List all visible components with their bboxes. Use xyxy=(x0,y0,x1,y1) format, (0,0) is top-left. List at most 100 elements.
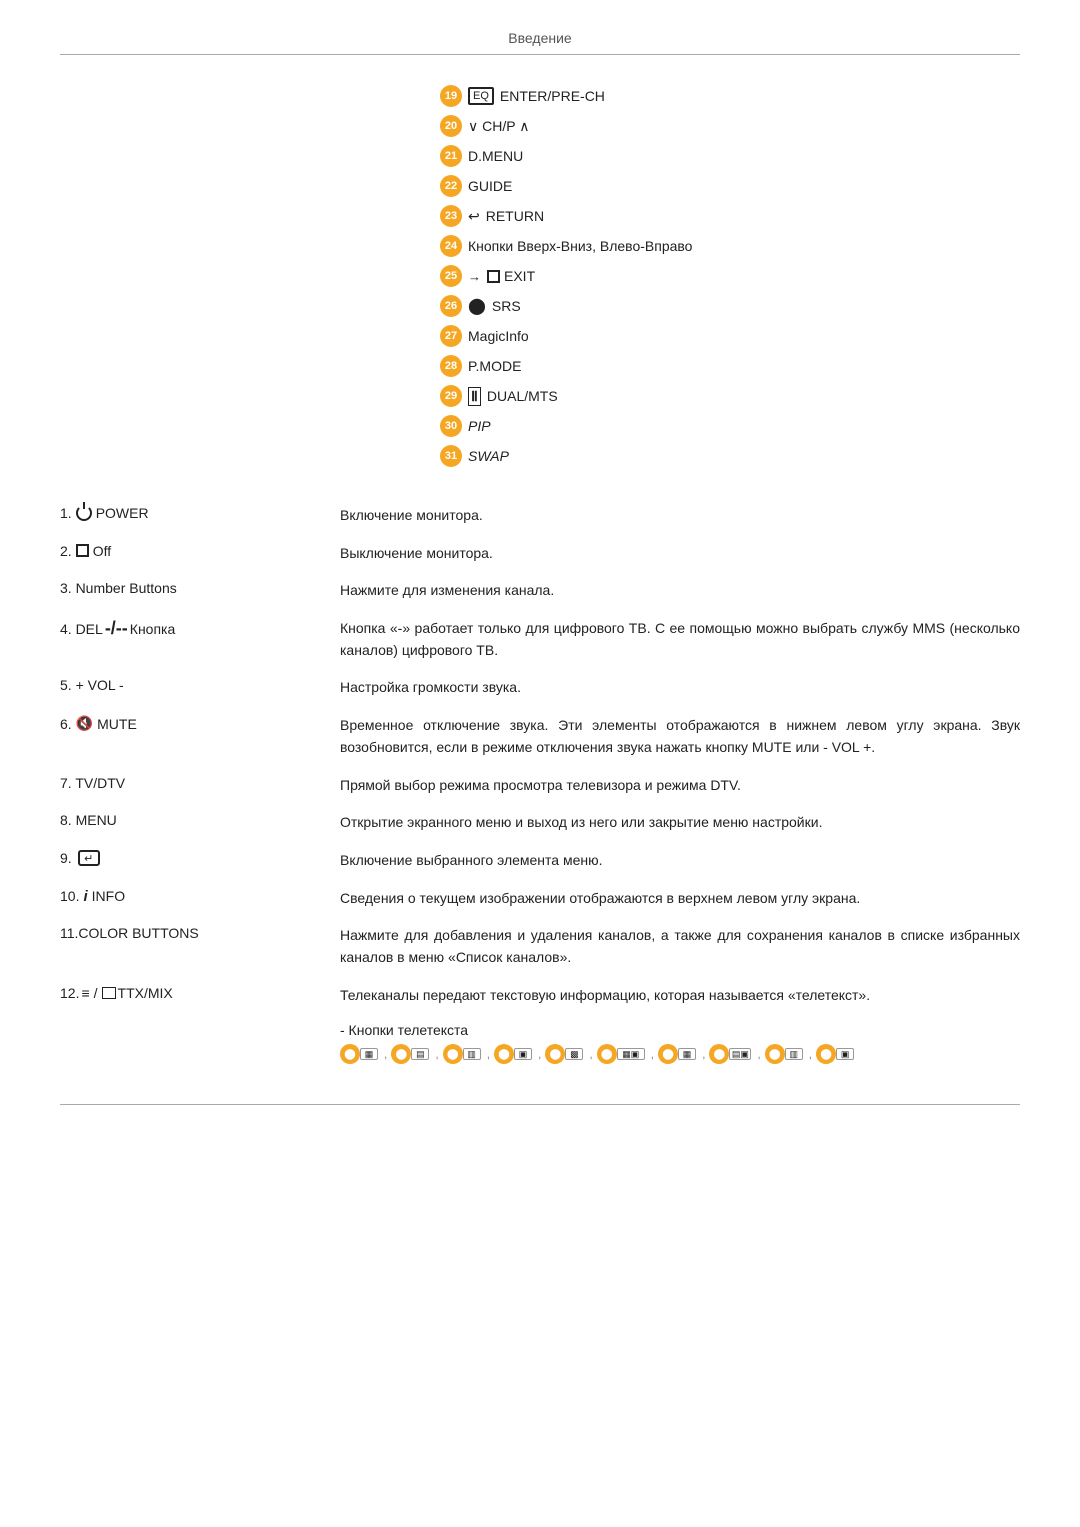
label-7: 7. TV/DTV xyxy=(60,775,125,791)
sep-4: , xyxy=(538,1047,541,1061)
list-row-6: 6. 🔇 MUTE Временное отключение звука. Эт… xyxy=(60,715,1020,758)
list-row-4: 4. DEL -/-- Кнопка Кнопка «-» работает т… xyxy=(60,618,1020,661)
desc-6: Временное отключение звука. Эти элементы… xyxy=(340,715,1020,758)
badge-22: 22 xyxy=(440,175,462,197)
desc-2: Выключение монитора. xyxy=(340,543,1020,565)
badge-28: 28 xyxy=(440,355,462,377)
teletext-label: - Кнопки телетекста xyxy=(340,1022,1020,1038)
top-item-25: 25 → EXIT xyxy=(440,265,535,287)
item-text-23: RETURN xyxy=(486,208,544,224)
top-item-22: 22 GUIDE xyxy=(440,175,512,197)
exit-arrow-icon: → xyxy=(468,269,481,284)
return-icon: ↩ xyxy=(468,208,480,225)
label-2: Off xyxy=(93,543,111,559)
list-row-5: 5. + VOL - Настройка громкости звука. xyxy=(60,677,1020,699)
label-11: 11.COLOR BUTTONS xyxy=(60,925,199,941)
item-text-21: D.MENU xyxy=(468,148,523,164)
bottom-divider xyxy=(60,1104,1020,1105)
badge-30: 30 xyxy=(440,415,462,437)
dual-icon: Ⅱ xyxy=(468,387,481,406)
list-row-12: 12. ≡ / TTX/MIX Телеканалы передают текс… xyxy=(60,985,1020,1007)
list-left-11: 11.COLOR BUTTONS xyxy=(60,925,340,941)
list-left-12: 12. ≡ / TTX/MIX xyxy=(60,985,340,1001)
top-item-26: 26 ⬤ SRS xyxy=(440,295,521,317)
badge-29: 29 xyxy=(440,385,462,407)
srs-icon: ⬤ xyxy=(468,296,486,316)
num-1: 1. xyxy=(60,505,72,521)
sep-9: , xyxy=(809,1047,812,1061)
del-icon: -/-- xyxy=(105,618,128,639)
tt-group-9: ⬤ ▥ xyxy=(765,1044,803,1064)
tt-box-10: ▣ xyxy=(836,1048,854,1060)
item-text-30: PIP xyxy=(468,418,491,434)
tt-group-8: ⬤ ▤▣ xyxy=(709,1044,751,1064)
sep-2: , xyxy=(435,1047,438,1061)
list-row-1: 1. POWER Включение монитора. xyxy=(60,505,1020,527)
list-left-3: 3. Number Buttons xyxy=(60,580,340,596)
item-text-25: EXIT xyxy=(504,268,535,284)
list-row-11: 11.COLOR BUTTONS Нажмите для добавления … xyxy=(60,925,1020,968)
tt-badge-orange-2: ⬤ xyxy=(391,1044,411,1064)
label-10: 10. xyxy=(60,888,79,904)
top-item-31: 31 SWAP xyxy=(440,445,509,467)
top-item-24: 24 Кнопки Вверх-Вниз, Влево-Вправо xyxy=(440,235,692,257)
desc-3: Нажмите для изменения канала. xyxy=(340,580,1020,602)
square-icon xyxy=(76,544,89,557)
teletext-icons-row: ⬤ ▦ , ⬤ ▤ , ⬤ ▥ , ⬤ ▣ , ⬤ ▩ , ⬤ ▦▣ , ⬤ xyxy=(340,1044,1020,1064)
badge-31: 31 xyxy=(440,445,462,467)
sep-1: , xyxy=(384,1047,387,1061)
badge-21: 21 xyxy=(440,145,462,167)
list-row-9: 9. ↵ Включение выбранного элемента меню. xyxy=(60,850,1020,872)
tt-box-7: ▦ xyxy=(678,1048,696,1060)
tt-group-7: ⬤ ▦ xyxy=(658,1044,696,1064)
item-text-26: SRS xyxy=(492,298,521,314)
ttx-slash-icon: / xyxy=(94,985,98,1001)
desc-8: Открытие экранного меню и выход из него … xyxy=(340,812,1020,834)
badge-26: 26 xyxy=(440,295,462,317)
item-text-22: GUIDE xyxy=(468,178,512,194)
num-2: 2. xyxy=(60,543,72,559)
tt-group-10: ⬤ ▣ xyxy=(816,1044,854,1064)
label-8: 8. MENU xyxy=(60,812,117,828)
label-9: 9. xyxy=(60,850,72,866)
badge-25: 25 xyxy=(440,265,462,287)
label-10-text: INFO xyxy=(92,888,125,904)
badge-24: 24 xyxy=(440,235,462,257)
desc-1: Включение монитора. xyxy=(340,505,1020,527)
list-row-7: 7. TV/DTV Прямой выбор режима просмотра … xyxy=(60,775,1020,797)
top-item-23: 23 ↩ RETURN xyxy=(440,205,544,227)
tt-group-2: ⬤ ▤ xyxy=(391,1044,429,1064)
sep-7: , xyxy=(702,1047,705,1061)
list-left-1: 1. POWER xyxy=(60,505,340,521)
tt-group-5: ⬤ ▩ xyxy=(545,1044,583,1064)
desc-12: Телеканалы передают текстовую информацию… xyxy=(340,985,1020,1007)
top-item-28: 28 P.MODE xyxy=(440,355,521,377)
tt-box-8: ▤▣ xyxy=(729,1048,751,1060)
sep-8: , xyxy=(757,1047,760,1061)
tt-group-6: ⬤ ▦▣ xyxy=(597,1044,645,1064)
sep-6: , xyxy=(651,1047,654,1061)
desc-5: Настройка громкости звука. xyxy=(340,677,1020,699)
tt-badge-orange-8: ⬤ xyxy=(709,1044,729,1064)
list-left-4: 4. DEL -/-- Кнопка xyxy=(60,618,340,639)
item-text-29: DUAL/MTS xyxy=(487,388,558,404)
tt-badge-orange-5: ⬤ xyxy=(545,1044,565,1064)
main-list: 1. POWER Включение монитора. 2. Off Выкл… xyxy=(60,505,1020,1006)
item-text-24: Кнопки Вверх-Вниз, Влево-Вправо xyxy=(468,238,692,254)
tt-box-6: ▦▣ xyxy=(617,1048,645,1060)
badge-20: 20 xyxy=(440,115,462,137)
label-6: 6. xyxy=(60,716,72,732)
desc-7: Прямой выбор режима просмотра телевизора… xyxy=(340,775,1020,797)
tt-badge-orange-6: ⬤ xyxy=(597,1044,617,1064)
tt-badge-orange-3: ⬤ xyxy=(443,1044,463,1064)
item-text-20: ∨ CH/P ∧ xyxy=(468,118,529,135)
item-text-19: ENTER/PRE-CH xyxy=(500,88,605,104)
eq-icon: EQ xyxy=(468,87,494,105)
tt-badge-orange-1: ⬤ xyxy=(340,1044,360,1064)
mute-icon: 🔇 xyxy=(76,715,93,732)
list-left-8: 8. MENU xyxy=(60,812,340,828)
top-item-20: 20 ∨ CH/P ∧ xyxy=(440,115,529,137)
teletext-section: - Кнопки телетекста ⬤ ▦ , ⬤ ▤ , ⬤ ▥ , ⬤ … xyxy=(340,1022,1020,1064)
tt-group-4: ⬤ ▣ xyxy=(494,1044,532,1064)
tt-group-1: ⬤ ▦ xyxy=(340,1044,378,1064)
